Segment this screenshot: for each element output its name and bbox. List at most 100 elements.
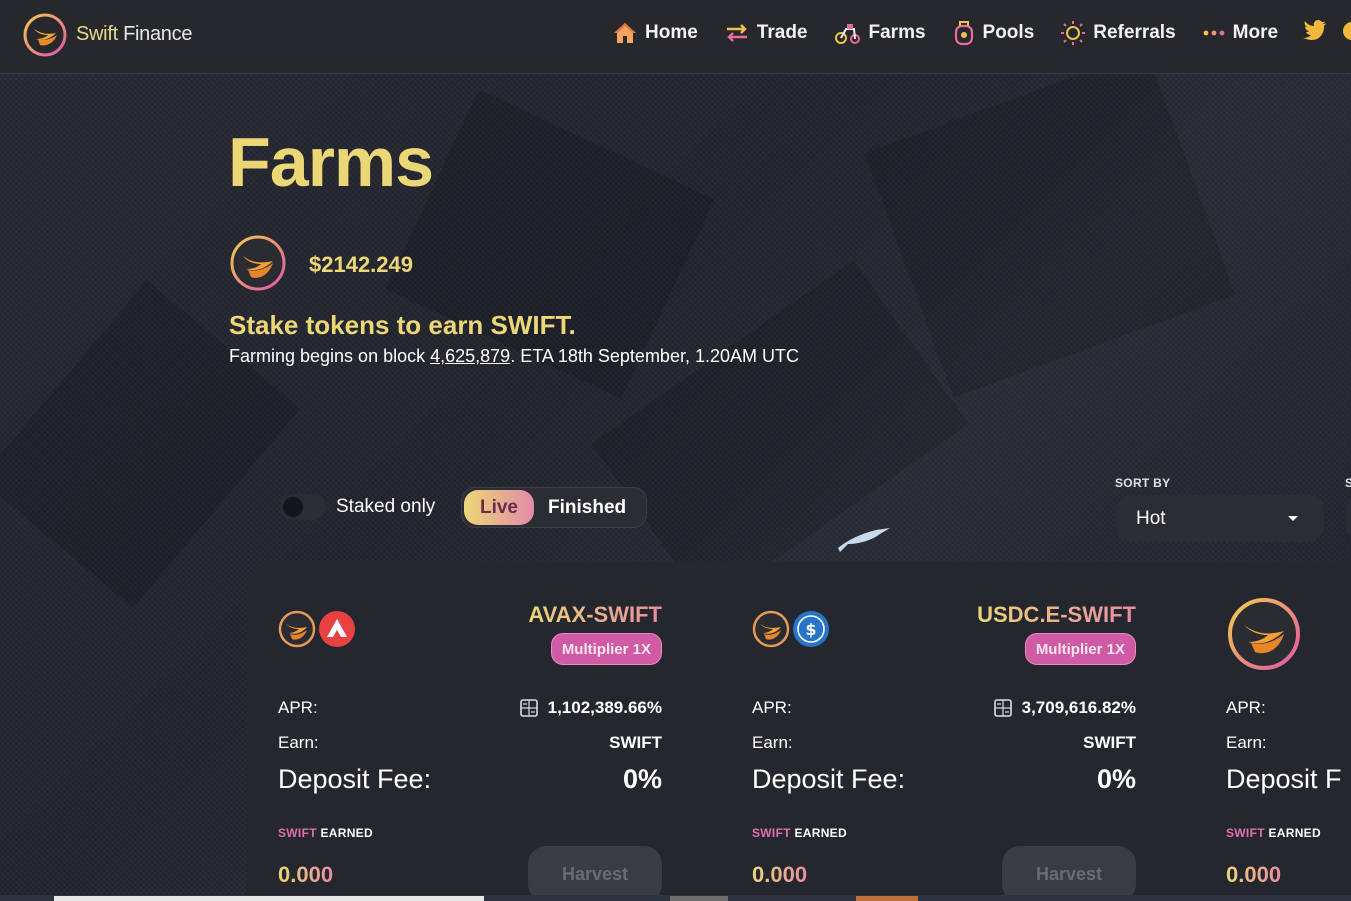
referrals-icon [1060,20,1086,46]
earned-value: 0.000 [1226,862,1282,887]
swift-logo-icon [22,9,68,59]
farm-card-name: AVAX-SWIFT [528,602,662,627]
nav-item-trade[interactable]: Trade [724,22,808,44]
multiplier-badge: Multiplier 1X [1024,633,1136,665]
home-icon [612,21,638,45]
brand-logo[interactable]: Swift Finance [22,9,192,59]
bottom-strip-segment [856,896,918,901]
earn-row: Earn: [1226,733,1267,753]
deposit-fee-row: Deposit F [1226,764,1342,795]
calculator-icon[interactable] [519,699,538,717]
farm-token-pair [278,610,356,648]
tab-finished[interactable]: Finished [548,497,626,519]
nav-item-home[interactable]: Home [612,21,698,45]
earned-token: SWIFT [278,826,317,840]
nav-item-referrals[interactable]: Referrals [1060,20,1176,46]
swift-token-icon [1226,596,1302,672]
apr-label: APR: [752,698,792,717]
earned-word: EARNED [320,826,373,840]
main-nav: Home Trade Farms Pools Referrals More [612,18,1304,48]
farm-token-pair: $ [752,610,830,648]
apr-value: 1,102,389.66% [547,698,662,717]
bottom-strip-segment [54,896,484,901]
caret-down-icon [1288,516,1298,521]
nav-item-farms-label: Farms [868,22,926,43]
swift-token-icon [278,610,316,648]
farming-start-suffix: . ETA 18th September, 1.20AM UTC [510,346,799,366]
calculator-icon[interactable] [993,699,1012,717]
earn-label: Earn: [278,733,319,752]
deposit-fee-value: 0% [622,764,662,794]
farm-card-name: USDC.E-SWIFT [977,602,1136,627]
twitter-icon[interactable] [1303,20,1327,46]
svg-text:$: $ [805,620,816,639]
harvest-button[interactable]: Harvest [1002,846,1136,901]
earned-word: EARNED [794,826,847,840]
staked-only-label: Staked only [336,496,436,517]
social-links [1303,20,1351,46]
swift-price-row: $2142.249 [229,234,413,296]
earned-value: 0.000 [752,862,808,887]
farming-start-prefix: Farming begins on block [229,346,431,366]
top-navbar: Swift Finance Home Trade Farms Pools Ref… [0,0,1351,74]
block-link[interactable]: 4,625,879 [430,346,510,366]
usdc-token-icon: $ [792,610,830,648]
earn-label: Earn: [752,733,793,752]
avax-token-icon [318,610,356,648]
nav-item-more-label: More [1232,22,1279,43]
earned-label: SWIFT EARNED [752,826,847,840]
earned-word: EARNED [1268,826,1321,840]
farm-card: APR: Earn: Deposit F SWIFT EARNED 0.000 [1196,570,1351,901]
tab-live[interactable]: Live [464,490,534,525]
farm-card: $ USDC.E-SWIFT Multiplier 1X APR: 3,709,… [722,570,1166,901]
earn-row: Earn: SWIFT [278,733,662,753]
live-finished-switch: Live Finished [461,487,647,528]
nav-item-farms[interactable]: Farms [834,21,926,45]
apr-value-group: 3,709,616.82% [993,698,1136,718]
toggle-knob [283,497,303,517]
deposit-fee-label: Deposit Fee: [278,764,432,794]
apr-value: 3,709,616.82% [1021,698,1136,717]
nav-item-home-label: Home [645,22,698,43]
farm-token-single [1226,596,1302,672]
harvest-button[interactable]: Harvest [528,846,662,901]
deposit-fee-label: Deposit F [1226,764,1342,794]
earned-token: SWIFT [1226,826,1265,840]
nav-item-pools[interactable]: Pools [952,20,1035,46]
swift-token-icon [229,234,287,296]
deposit-fee-row: Deposit Fee: 0% [278,764,662,795]
farms-icon [834,21,862,45]
more-icon [1202,28,1226,38]
staked-only-toggle[interactable] [280,494,326,520]
multiplier-badge: Multiplier 1X [550,633,662,665]
earn-row: Earn: SWIFT [752,733,1136,753]
nav-item-referrals-label: Referrals [1093,22,1176,43]
page-subtitle: Stake tokens to earn SWIFT. [229,310,576,340]
farm-card: AVAX-SWIFT Multiplier 1X APR: 1,102,389.… [248,570,692,901]
brand-name-part2: Finance [117,22,193,45]
page-title: Farms [228,123,434,201]
bottom-strip-segment [670,896,728,901]
brand-name: Swift Finance [76,23,192,46]
brand-name-part1: Swift [76,22,118,45]
staked-only-control: Staked only [280,494,435,520]
apr-row: APR: 1,102,389.66% [278,698,662,718]
swift-token-icon [752,610,790,648]
deposit-fee-label: Deposit Fee: [752,764,906,794]
nav-item-more[interactable]: More [1202,22,1278,44]
deposit-fee-value: 0% [1096,764,1136,794]
bird-decoration-icon [836,522,892,558]
earned-label: SWIFT EARNED [278,826,373,840]
earned-label: SWIFT EARNED [1226,826,1321,840]
nav-item-pools-label: Pools [982,22,1035,43]
search-label-partial: S [1345,476,1351,490]
nav-item-trade-label: Trade [756,22,808,43]
deposit-fee-row: Deposit Fee: 0% [752,764,1136,795]
sort-by-dropdown[interactable]: Hot [1116,495,1324,542]
earn-value: SWIFT [609,733,662,752]
social-icon-partial[interactable] [1341,20,1351,46]
trade-icon [724,22,750,44]
earned-value: 0.000 [278,862,334,887]
farming-start-info: Farming begins on block 4,625,879. ETA 1… [229,346,799,367]
pools-icon [952,20,976,46]
